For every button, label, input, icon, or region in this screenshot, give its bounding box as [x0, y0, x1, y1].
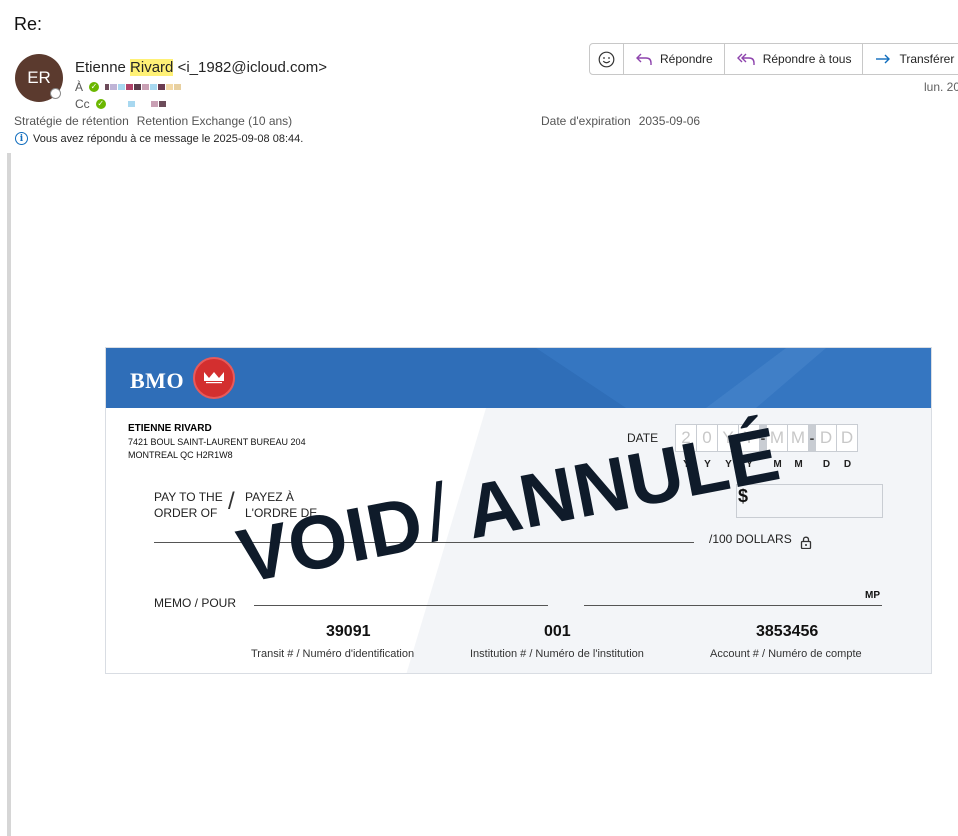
redacted-recipients	[127, 101, 166, 107]
forward-label: Transférer	[899, 52, 955, 66]
email-subject: Re:	[14, 14, 43, 34]
sender-first-name: Etienne	[75, 59, 126, 76]
forward-button[interactable]: Transférer	[862, 44, 958, 74]
sender-last-name-highlighted: Rivard	[130, 59, 174, 76]
void-cheque-image: BMO ETIENNE RIVARD 7421 BOUL SAINT-LAURE…	[105, 347, 932, 674]
smiley-icon	[598, 51, 615, 67]
retention-policy: Stratégie de rétention Retention Exchange…	[14, 114, 292, 128]
replied-info-text: Vous avez répondu à ce message le 2025-0…	[33, 132, 304, 145]
to-recipients-row[interactable]: À ✓	[75, 80, 182, 94]
retention-label: Stratégie de rétention	[14, 114, 129, 128]
retention-value: Retention Exchange (10 ans)	[136, 114, 293, 128]
sender-email-address: <i_1982@icloud.com>	[177, 59, 328, 76]
message-date: lun. 20	[924, 80, 958, 94]
replied-info-bar: i Vous avez répondu à ce message le 2025…	[15, 132, 303, 145]
to-label: À	[75, 80, 84, 94]
expiry-label: Date d'expiration	[541, 114, 631, 128]
expiry-date: Date d'expiration 2035-09-06	[541, 114, 700, 128]
void-stamp-text: VOID	[231, 481, 430, 600]
info-icon: i	[15, 132, 28, 145]
reply-all-label: Répondre à tous	[762, 52, 852, 66]
expiry-value: 2035-09-06	[638, 114, 701, 128]
void-stamp: VOID / ANNULÉ	[231, 412, 786, 600]
recipient-check-icon: ✓	[89, 82, 100, 92]
cc-recipients-row[interactable]: Cc ✓	[75, 97, 166, 111]
sender-line[interactable]: Etienne Rivard <i_1982@icloud.com>	[75, 59, 327, 76]
redacted-recipients	[105, 84, 182, 90]
message-actions-toolbar: Répondre Répondre à tous Transférer	[589, 43, 958, 75]
recipient-check-icon: ✓	[95, 99, 106, 109]
reply-button[interactable]: Répondre	[623, 44, 724, 74]
forward-arrow-icon	[876, 54, 891, 64]
quote-bar	[7, 153, 11, 836]
presence-status-icon	[50, 88, 61, 99]
reply-label: Répondre	[660, 52, 713, 66]
annule-stamp-text: ANNULÉ	[459, 412, 786, 556]
cc-label: Cc	[75, 97, 90, 111]
emoji-reaction-button[interactable]	[590, 44, 623, 74]
reply-all-icon	[736, 53, 755, 65]
reply-all-button[interactable]: Répondre à tous	[723, 44, 863, 74]
reply-icon	[636, 53, 652, 65]
